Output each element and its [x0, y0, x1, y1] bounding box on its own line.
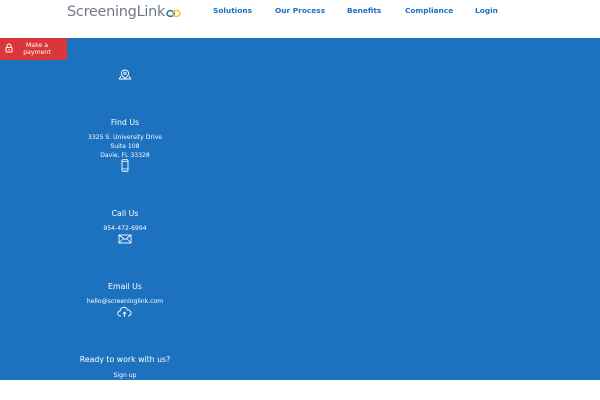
nav-compliance[interactable]: Compliance	[405, 6, 453, 15]
site-header: ScreeningLink Solutions Our Process Bene…	[0, 0, 600, 38]
nav-our-process[interactable]: Our Process	[275, 6, 325, 15]
signup-link[interactable]: Sign up	[60, 371, 190, 380]
nav-benefits[interactable]: Benefits	[347, 6, 381, 15]
logo-text: ScreeningLink	[67, 4, 166, 20]
envelope-icon	[118, 234, 132, 244]
lock-icon	[5, 43, 13, 53]
phone-number[interactable]: 954-472-6994	[60, 224, 190, 233]
map-marker-icon	[118, 69, 132, 80]
call-us-title: Call Us	[111, 209, 139, 218]
make-payment-label: Make a payment	[23, 42, 51, 56]
infinity-link-icon	[166, 9, 181, 17]
address-line-2: Suite 108	[110, 143, 140, 150]
email-address[interactable]: hello@screeninglink.com	[60, 297, 190, 306]
email-us-title: Email Us	[108, 282, 142, 291]
nav-login[interactable]: Login	[475, 6, 498, 15]
nav-solutions[interactable]: Solutions	[213, 6, 252, 15]
make-payment-button[interactable]: Make a payment	[0, 38, 67, 60]
cloud-upload-icon	[117, 306, 132, 317]
mobile-phone-icon	[121, 159, 129, 172]
cta-title: Ready to work with us?	[79, 355, 171, 364]
site-logo[interactable]: ScreeningLink	[67, 1, 181, 23]
address-line-1: 3325 S. University Drive	[87, 134, 163, 141]
find-us-title: Find Us	[110, 118, 140, 127]
